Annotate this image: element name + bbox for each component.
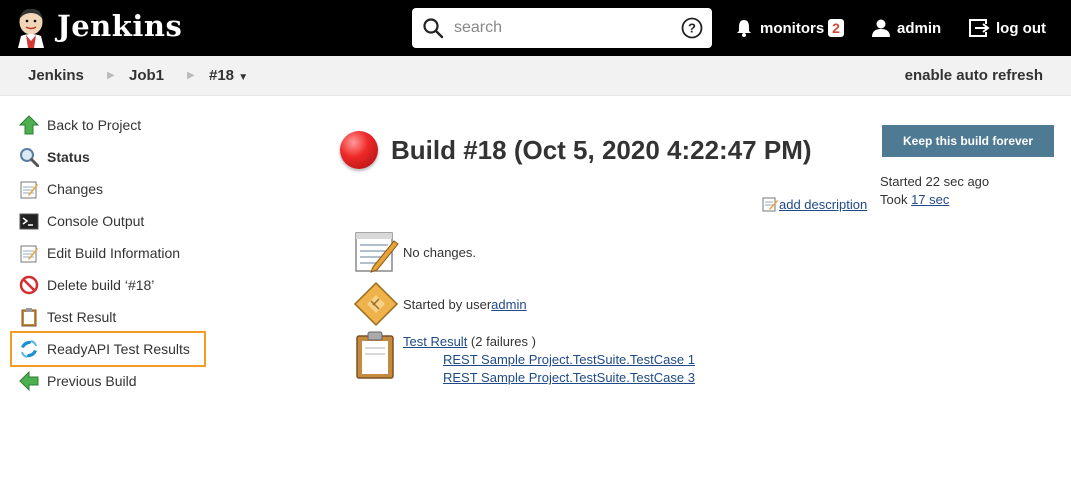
sidebar-item-status[interactable]: Status [12,141,212,173]
notepad-edit-icon [762,197,778,212]
user-link[interactable]: admin [871,0,941,56]
sidebar-item-readyapi-test-results[interactable]: ReadyAPI Test Results [10,331,206,367]
sidebar-item-label: Delete build ‘#18’ [47,277,155,293]
auto-refresh-link[interactable]: enable auto refresh [905,67,1043,84]
no-changes-text: No changes. [403,244,476,260]
took-label: Took [880,192,912,207]
notepad-icon [355,232,399,273]
keep-build-forever-button[interactable]: Keep this build forever [882,125,1054,157]
breadcrumb-job1[interactable]: Job1 [129,67,164,84]
user-icon [872,19,890,37]
top-header: Jenkins ? monitors 2 admin [0,0,1071,56]
sidebar-item-label: Console Output [47,213,145,229]
started-ago-text: Started 22 sec ago [880,174,990,189]
page-title: Build #18 (Oct 5, 2020 4:22:47 PM) [391,134,812,165]
sidebar-item-delete-build[interactable]: Delete build ‘#18’ [12,269,212,301]
magnifier-icon [18,146,40,168]
sidebar-item-label: Status [47,149,90,165]
build-heading: Build #18 (Oct 5, 2020 4:22:47 PM) [340,131,812,169]
test-failures-count: (2 failures ) [467,334,536,349]
up-arrow-icon [18,114,40,136]
failed-test-link[interactable]: REST Sample Project.TestSuite.TestCase 3 [443,370,695,385]
logout-icon [969,19,990,37]
sidebar-item-console-output[interactable]: Console Output [12,205,212,237]
user-name: admin [897,19,942,37]
monitors-link[interactable]: monitors 2 [734,0,844,56]
left-arrow-icon [18,370,40,392]
sidebar-item-label: ReadyAPI Test Results [47,341,190,357]
help-icon[interactable]: ? [681,17,703,39]
test-result-link[interactable]: Test Result [403,334,467,349]
svg-text:?: ? [688,21,696,36]
breadcrumb-jenkins[interactable]: Jenkins [28,67,84,84]
sidebar-item-label: Previous Build [47,373,137,389]
sidebar-item-edit-build-information[interactable]: Edit Build Information [12,237,212,269]
breadcrumb: Jenkins ▶ Job1 ▶ #18 ▼ enable auto refre… [0,56,1071,96]
clipboard-icon [356,331,394,379]
add-description-link[interactable]: add description [779,197,867,212]
failed-test-link[interactable]: REST Sample Project.TestSuite.TestCase 1 [443,352,695,367]
user-cause-icon [353,281,399,327]
sidebar-item-label: Edit Build Information [47,245,181,261]
sidebar-item-changes[interactable]: Changes [12,173,212,205]
duration-link[interactable]: 17 sec [911,192,949,207]
started-by-user-link[interactable]: admin [491,297,526,312]
sidebar-item-back-to-project[interactable]: Back to Project [12,109,212,141]
readyapi-icon [18,338,40,360]
terminal-icon [18,210,40,232]
breadcrumb-build-label: #18 [209,67,235,84]
sidebar-item-label: Back to Project [47,117,142,133]
clipboard-icon [18,306,40,328]
add-description[interactable]: add description [762,196,867,212]
breadcrumb-separator-icon: ▶ [107,70,115,81]
sidebar-item-label: Changes [47,181,104,197]
build-duration: Took 17 sec [880,192,949,207]
bell-icon [737,20,751,37]
sidebar-item-test-result[interactable]: Test Result [12,301,212,333]
search-box[interactable]: ? [412,8,712,48]
breadcrumb-separator-icon: ▶ [187,70,195,81]
breadcrumb-build[interactable]: #18 ▼ [209,67,248,84]
brand-title[interactable]: Jenkins [57,9,182,43]
search-icon [423,18,444,39]
chevron-down-icon[interactable]: ▼ [238,72,248,83]
cause-summary: Started by user admin [353,281,527,327]
logout-label: log out [996,19,1046,37]
no-entry-icon [18,274,40,296]
logout-link[interactable]: log out [968,0,1046,56]
build-status-ball-icon [340,131,378,169]
notepad-icon [18,178,40,200]
sidebar-item-label: Test Result [47,309,117,325]
jenkins-logo-icon[interactable] [14,8,48,48]
sidebar-item-previous-build[interactable]: Previous Build [12,365,212,397]
search-input[interactable] [454,16,674,40]
monitors-label: monitors [760,19,825,37]
started-by-label: Started by user [403,296,492,312]
changes-summary: No changes. [353,229,476,275]
side-panel: Back to Project Status Changes Console O… [10,109,212,397]
notepad-icon [18,242,40,264]
monitors-count-badge: 2 [828,19,844,37]
